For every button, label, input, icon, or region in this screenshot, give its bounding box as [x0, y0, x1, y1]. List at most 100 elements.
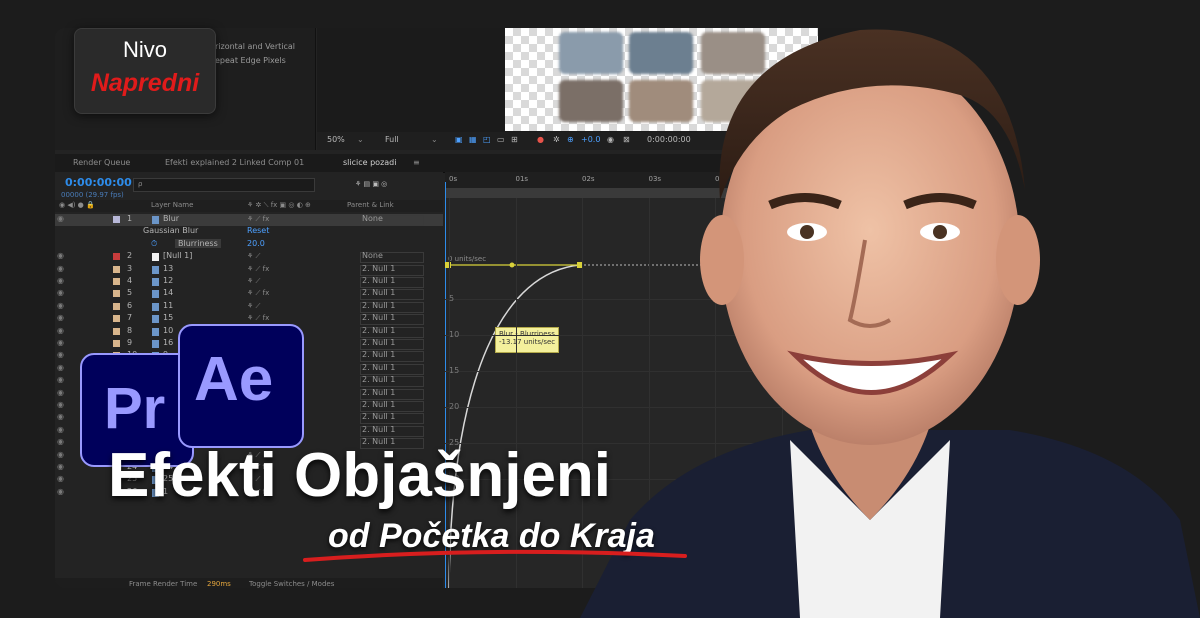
layer-row[interactable]: ◉ 5 14 ⚘ ⟋ fx 2. Null 1 — [55, 288, 443, 301]
layer-name[interactable]: 15 — [163, 313, 173, 322]
stopwatch-icon[interactable]: ⏱ — [151, 239, 157, 249]
visibility-eye-icon[interactable]: ◉ — [57, 214, 64, 223]
visibility-eye-icon[interactable]: ◉ — [57, 412, 64, 421]
layer-switches[interactable]: ⚘ ⟋ fx — [247, 314, 269, 323]
layer-type-icon — [152, 253, 159, 262]
mask-visibility-icon[interactable]: ◰ — [483, 135, 491, 144]
layer-row[interactable]: ◉ 4 12 ⚘ ⟋ 2. Null 1 — [55, 276, 443, 288]
composition-icons[interactable]: ⚘ ▤ ▣ ◎ — [355, 180, 387, 188]
visibility-eye-icon[interactable]: ◉ — [57, 487, 64, 496]
parent-link-value: 2. Null 1 — [362, 375, 396, 385]
visibility-eye-icon[interactable]: ◉ — [57, 375, 64, 384]
bezier-handle-point[interactable] — [509, 262, 515, 268]
visibility-eye-icon[interactable]: ◉ — [57, 338, 64, 347]
layer-label-swatch[interactable] — [113, 253, 120, 261]
property-name[interactable]: Blurriness — [175, 238, 221, 248]
repeat-edge-option[interactable]: epeat Edge Pixels — [215, 56, 286, 65]
chevron-down-icon[interactable]: ⌄ — [431, 135, 438, 144]
column-parent-link[interactable]: Parent & Link — [347, 201, 394, 209]
parent-link-value: 2. Null 1 — [362, 263, 396, 273]
transparency-grid-icon[interactable]: ▦ — [469, 135, 477, 144]
layer-row[interactable]: ◉ 3 13 ⚘ ⟋ fx 2. Null 1 — [55, 264, 443, 276]
layer-label-swatch[interactable] — [113, 340, 120, 347]
toggle-switches-button[interactable]: Toggle Switches / Modes — [249, 580, 334, 588]
layer-number: 8 — [127, 325, 133, 335]
layer-row[interactable]: ◉ 1 Blur ⚘ ⟋ fx None — [55, 214, 443, 227]
layer-number: 1 — [127, 214, 133, 223]
visibility-eye-icon[interactable]: ◉ — [57, 363, 64, 372]
visibility-eye-icon[interactable]: ◉ — [57, 400, 64, 409]
layer-name[interactable]: Blur — [163, 214, 179, 223]
zoom-dropdown[interactable]: 50% — [327, 135, 345, 144]
badge-level-label: Nivo — [122, 37, 167, 62]
visibility-eye-icon[interactable]: ◉ — [57, 450, 64, 459]
after-effects-logo-text: Ae — [194, 345, 274, 414]
resolution-dropdown[interactable]: Full — [385, 135, 399, 144]
grid-icon[interactable]: ▭ — [497, 135, 505, 144]
chevron-down-icon[interactable]: ⌄ — [357, 135, 364, 144]
visibility-eye-icon[interactable]: ◉ — [57, 276, 64, 285]
property-row[interactable]: ⏱ Blurriness 20.0 — [55, 238, 443, 251]
effect-name[interactable]: Gaussian Blur — [143, 226, 198, 235]
layer-switches[interactable]: ⚘ ⟋ fx — [247, 215, 269, 224]
layer-name[interactable]: 16 — [163, 338, 173, 347]
layer-row[interactable]: ◉ 2 [Null 1] ⚘ ⟋ None — [55, 251, 443, 264]
layer-label-swatch[interactable] — [113, 315, 120, 323]
tab-slicice-pozadi[interactable]: slicice pozadi — [343, 158, 396, 167]
parent-link-value: 2. Null 1 — [362, 300, 396, 310]
layer-label-swatch[interactable] — [113, 265, 120, 273]
channel-icon[interactable]: ⊞ — [511, 135, 518, 144]
layer-name[interactable]: 14 — [163, 288, 173, 297]
column-layer-name[interactable]: Layer Name — [151, 201, 193, 209]
parent-link-value: 2. Null 1 — [362, 325, 396, 335]
parent-link-value: 2. Null 1 — [362, 362, 396, 372]
tab-linked-comp[interactable]: Efekti explained 2 Linked Comp 01 — [165, 158, 304, 167]
layer-search-input[interactable]: ρ — [133, 178, 315, 192]
visibility-eye-icon[interactable]: ◉ — [57, 474, 64, 483]
edge-option-dropdown[interactable]: rizontal and Vertical — [215, 42, 295, 51]
parent-link-value: 2. Null 1 — [362, 412, 396, 422]
visibility-eye-icon[interactable]: ◉ — [57, 437, 64, 446]
visibility-eye-icon[interactable]: ◉ — [57, 251, 64, 260]
layer-name[interactable]: 13 — [163, 264, 173, 273]
layer-label-swatch[interactable] — [113, 327, 120, 335]
layer-switches[interactable]: ⚘ ⟋ fx — [247, 289, 269, 298]
region-of-interest-icon[interactable]: ▣ — [455, 135, 463, 144]
effect-row[interactable]: Gaussian Blur Reset — [55, 226, 443, 238]
parent-link-value: 2. Null 1 — [362, 338, 396, 347]
layer-switches[interactable]: ⚘ ⟋ fx — [247, 265, 269, 274]
visibility-eye-icon[interactable]: ◉ — [57, 288, 64, 297]
tab-render-queue[interactable]: Render Queue — [73, 158, 130, 167]
keyframe-handle[interactable] — [445, 262, 451, 268]
visibility-eye-icon[interactable]: ◉ — [57, 350, 64, 359]
effect-reset-button[interactable]: Reset — [247, 226, 269, 235]
visibility-eye-icon[interactable]: ◉ — [57, 388, 64, 397]
layer-switches[interactable]: ⚘ ⟋ — [247, 277, 260, 286]
visibility-eye-icon[interactable]: ◉ — [57, 425, 64, 434]
layer-switches[interactable]: ⚘ ⟋ — [247, 302, 260, 311]
visibility-eye-icon[interactable]: ◉ — [57, 326, 64, 335]
layer-name[interactable]: 11 — [163, 301, 173, 310]
layer-name[interactable]: 10 — [163, 326, 173, 335]
visibility-eye-icon[interactable]: ◉ — [57, 301, 64, 310]
layer-type-icon — [152, 327, 159, 336]
layer-label-swatch[interactable] — [113, 216, 120, 223]
current-time-display[interactable]: 0:00:00:00 — [65, 176, 132, 189]
visibility-eye-icon[interactable]: ◉ — [57, 313, 64, 322]
visibility-eye-icon[interactable]: ◉ — [57, 462, 64, 471]
layer-switches[interactable]: ⚘ ⟋ — [247, 252, 260, 261]
layer-name[interactable]: 12 — [163, 276, 173, 285]
property-value[interactable]: 20.0 — [247, 239, 265, 248]
graph-y-label: 15 — [449, 366, 460, 375]
badge-level-value: Napredni — [90, 69, 200, 97]
layer-label-swatch[interactable] — [113, 302, 120, 310]
layer-number: 7 — [127, 313, 133, 323]
layer-label-swatch[interactable] — [113, 290, 120, 298]
tab-menu-icon[interactable]: ≡ — [413, 158, 420, 167]
layer-row[interactable]: ◉ 6 11 ⚘ ⟋ 2. Null 1 — [55, 301, 443, 313]
layer-name[interactable]: [Null 1] — [163, 251, 192, 260]
layer-type-icon — [152, 302, 159, 311]
visibility-eye-icon[interactable]: ◉ — [57, 264, 64, 273]
timeline-footer: Frame Render Time 290ms Toggle Switches … — [55, 578, 443, 588]
layer-label-swatch[interactable] — [113, 278, 120, 285]
